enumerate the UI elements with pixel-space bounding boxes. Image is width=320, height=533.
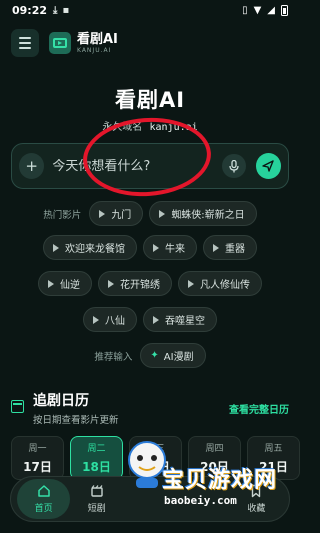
status-right: ▯ ▼ ◢: [242, 4, 288, 16]
film-icon: [91, 485, 103, 497]
hot-tag[interactable]: 凡人修仙传: [178, 271, 262, 296]
notification-icon: ▪: [62, 4, 70, 16]
notification-icons: ⤓ ▪: [53, 5, 69, 16]
tag-row: 仙逆 花开锦绣 凡人修仙传: [0, 271, 300, 296]
download-icon: ⤓: [53, 4, 58, 16]
hot-tag[interactable]: 九门: [89, 201, 144, 226]
battery-icon: [281, 4, 288, 16]
app-name: 看剧AI: [77, 31, 118, 47]
recommend-row: 推荐输入 ✦ AI漫剧: [0, 343, 300, 368]
vibrate-icon: ▯: [242, 4, 248, 16]
hero-title: 看剧AI: [114, 88, 186, 112]
tab-item-4[interactable]: [177, 479, 230, 519]
hot-tag[interactable]: 牛来: [143, 235, 197, 260]
hot-tag[interactable]: 欢迎来龙餐馆: [43, 235, 137, 260]
tag-row: 欢迎来龙餐馆 牛来 重器: [0, 235, 300, 260]
hot-tag[interactable]: 重器: [203, 235, 257, 260]
hot-tag[interactable]: 八仙: [83, 307, 137, 332]
hot-tag[interactable]: 吞噬星空: [143, 307, 217, 332]
plus-icon: +: [25, 157, 38, 175]
tag-row: 热门影片 九门 蜘蛛侠:崭新之日: [0, 201, 300, 226]
wifi-icon: ▼: [253, 4, 262, 16]
menu-button[interactable]: [11, 29, 39, 57]
domain-value: kanju.ai: [149, 122, 198, 133]
top-bar: 看剧AI KANJU.AI: [11, 28, 289, 58]
play-icon: [213, 243, 219, 252]
tag-row: 八仙 吞噬星空: [0, 307, 300, 332]
day-item-selected[interactable]: 周二 18日: [70, 436, 123, 480]
status-time: 09:22: [12, 3, 48, 17]
send-icon: [262, 160, 275, 172]
play-icon: [99, 209, 106, 218]
play-icon: [48, 279, 54, 288]
search-box: +: [11, 143, 289, 189]
play-icon: [108, 279, 114, 288]
hot-tag[interactable]: 仙逆: [38, 271, 92, 296]
domain-label: 永久域名: [102, 122, 143, 133]
play-icon: [159, 209, 166, 218]
calendar-subtitle: 按日期查看影片更新: [33, 415, 119, 426]
status-bar: 09:22 ⤓ ▪ ▯ ▼ ◢: [0, 0, 300, 20]
day-selector: 周一 17日 周二 18日 周三 19日 周四 20日 周五 21日: [11, 436, 311, 480]
hot-tag[interactable]: 蜘蛛侠:崭新之日: [149, 201, 257, 226]
app-logo[interactable]: 看剧AI KANJU.AI: [49, 32, 118, 54]
domain-line: 永久域名 kanju.ai: [0, 118, 300, 133]
calendar-header: 追剧日历 按日期查看影片更新 查看完整日历: [11, 390, 289, 430]
play-icon: [153, 315, 159, 324]
sparkle-icon: ✦: [150, 350, 159, 361]
recommend-label: 推荐输入: [94, 351, 133, 363]
bookmark-icon: [252, 484, 261, 498]
calendar-icon: [11, 400, 24, 413]
tab-home[interactable]: 首页: [17, 479, 71, 519]
app-subtitle: KANJU.AI: [77, 46, 112, 54]
hot-movies-label: 热门影片: [43, 209, 82, 221]
hot-tag[interactable]: 花开锦绣: [98, 271, 172, 296]
tab-favorites[interactable]: 收藏: [230, 479, 283, 519]
day-item[interactable]: 周四 20日: [188, 436, 241, 480]
day-item[interactable]: 周五 21日: [247, 436, 300, 480]
home-icon: [37, 485, 50, 497]
play-icon: [93, 315, 99, 324]
tab-item-3[interactable]: [123, 479, 176, 519]
day-item[interactable]: 周一 17日: [11, 436, 64, 480]
play-icon: [153, 243, 159, 252]
bottom-tab-bar: 首页 短剧 收藏: [10, 476, 290, 522]
tab-short-drama[interactable]: 短剧: [70, 479, 123, 519]
search-input[interactable]: [52, 158, 223, 174]
microphone-icon: [229, 159, 239, 172]
play-icon: [53, 243, 59, 252]
signal-icon: ◢: [267, 4, 275, 16]
send-button[interactable]: [255, 153, 281, 179]
recommend-tag[interactable]: ✦ AI漫剧: [140, 343, 206, 368]
calendar-title: 追剧日历: [33, 393, 89, 409]
day-item[interactable]: 周三 19日: [129, 436, 182, 480]
tv-logo-icon: [49, 32, 71, 54]
play-icon: [188, 279, 194, 288]
add-button[interactable]: +: [19, 153, 45, 179]
view-full-calendar-link[interactable]: 查看完整日历: [229, 401, 289, 416]
voice-button[interactable]: [222, 154, 246, 178]
